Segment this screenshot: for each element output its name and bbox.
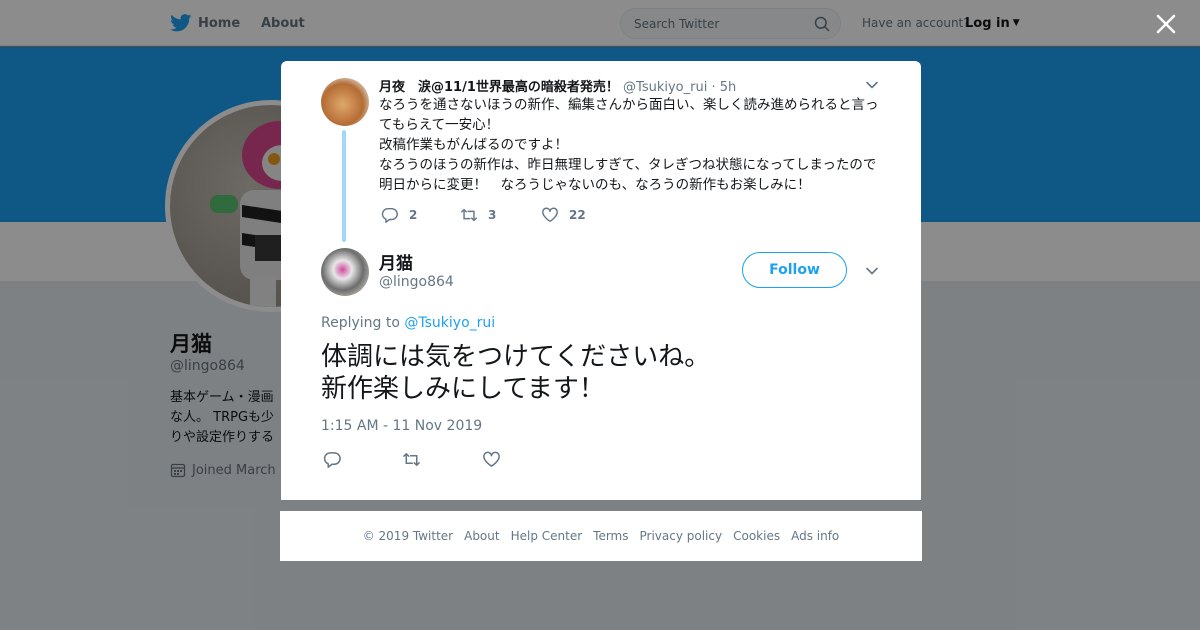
chevron-down-icon[interactable]: [865, 264, 879, 278]
parent-like-count: 22: [569, 208, 586, 222]
main-like-action[interactable]: [482, 450, 511, 469]
replying-to-mention-link[interactable]: @Tsukiyo_rui: [404, 315, 495, 331]
reply-icon: [381, 207, 398, 223]
parent-tweet-text: なろうを通さないほうの新作、編集さんから面白い、楽しく読み進められると言ってもら…: [379, 97, 879, 193]
parent-retweet-action[interactable]: 3: [460, 206, 496, 224]
parent-tweet-header: 月夜 涙@11/1世界最高の暗殺者発売！ @Tsukiyo_rui · 5h: [379, 76, 736, 95]
parent-like-action[interactable]: 22: [541, 206, 586, 224]
main-tweet-text: 体調には気をつけてくださいね。 新作楽しみにしてます！: [321, 342, 711, 404]
footer-link-cookies[interactable]: Cookies: [733, 529, 780, 543]
parent-retweet-count: 3: [488, 208, 497, 222]
heart-icon: [542, 207, 558, 223]
modal-footer-links: © 2019 Twitter About Help Center Terms P…: [280, 511, 922, 561]
reply-icon: [323, 452, 341, 468]
footer-link-terms[interactable]: Terms: [593, 529, 628, 543]
replying-to-line: Replying to @Tsukiyo_rui: [321, 315, 495, 331]
footer-link-about[interactable]: About: [464, 529, 499, 543]
parent-tweet-timestamp[interactable]: · 5h: [711, 80, 736, 95]
footer-link-privacy-policy[interactable]: Privacy policy: [640, 529, 723, 543]
main-retweet-action[interactable]: [402, 450, 431, 469]
main-tweet-timestamp[interactable]: 1:15 AM - 11 Nov 2019: [321, 418, 482, 434]
main-tweet-author-handle[interactable]: @lingo864: [379, 274, 454, 290]
footer-link-ads-info[interactable]: Ads info: [791, 529, 839, 543]
chevron-down-icon[interactable]: [865, 78, 879, 92]
replying-to-prefix: Replying to: [321, 315, 400, 331]
parent-reply-count: 2: [409, 208, 418, 222]
parent-tweet-author-name[interactable]: 月夜 涙@11/1世界最高の暗殺者発売！: [379, 80, 619, 95]
parent-tweet-avatar[interactable]: [321, 78, 369, 126]
main-tweet-author-name[interactable]: 月猫: [379, 249, 413, 274]
retweet-icon: [460, 208, 478, 222]
main-reply-action[interactable]: [323, 450, 352, 469]
tweet-permalink-modal: 月夜 涙@11/1世界最高の暗殺者発売！ @Tsukiyo_rui · 5h な…: [281, 61, 921, 500]
main-tweet-avatar[interactable]: [321, 248, 369, 296]
footer-copyright: © 2019 Twitter: [362, 529, 454, 543]
retweet-icon: [402, 453, 421, 466]
heart-icon: [483, 451, 500, 467]
thread-connector-line: [342, 130, 346, 242]
parent-tweet-author-handle[interactable]: @Tsukiyo_rui: [623, 80, 707, 95]
close-icon[interactable]: [1154, 12, 1178, 36]
footer-link-help-center[interactable]: Help Center: [511, 529, 583, 543]
parent-reply-action[interactable]: 2: [381, 206, 417, 224]
follow-button[interactable]: Follow: [742, 252, 847, 288]
